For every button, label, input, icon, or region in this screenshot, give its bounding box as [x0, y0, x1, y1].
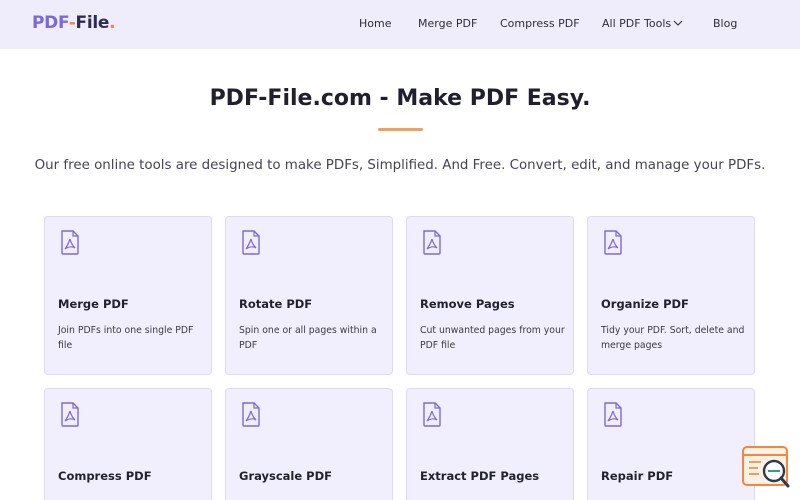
tool-card-remove-pages[interactable]: Remove Pages Cut unwanted pages from you… — [406, 216, 574, 375]
floating-search-widget-icon[interactable] — [741, 444, 791, 490]
tool-name: Grayscale PDF — [239, 469, 333, 483]
pdf-file-icon — [423, 230, 441, 255]
tool-name: Merge PDF — [58, 297, 129, 311]
pdf-file-icon — [242, 230, 260, 255]
logo-dot: . — [109, 13, 116, 33]
tool-name: Repair PDF — [601, 469, 674, 483]
tool-description: Join PDFs into one single PDF file — [58, 325, 194, 351]
tool-card-repair-pdf[interactable]: Repair PDF — [587, 388, 755, 500]
tool-name: Rotate PDF — [239, 297, 313, 311]
nav-compress-pdf[interactable]: Compress PDF — [500, 17, 580, 30]
tool-card-extract-pdf-pages[interactable]: Extract PDF Pages — [406, 388, 574, 500]
pdf-file-icon — [61, 402, 79, 427]
nav-merge-pdf[interactable]: Merge PDF — [418, 17, 477, 30]
logo-dash: - — [68, 13, 76, 33]
pdf-file-icon — [423, 402, 441, 427]
tool-card-compress-pdf[interactable]: Compress PDF — [44, 388, 212, 500]
tool-card-rotate-pdf[interactable]: Rotate PDF Spin one or all pages within … — [225, 216, 393, 375]
tool-name: Remove Pages — [420, 297, 515, 311]
chevron-down-icon[interactable] — [673, 19, 683, 27]
title-underline — [378, 128, 423, 131]
tool-description: Spin one or all pages within a PDF — [239, 325, 377, 351]
nav-all-pdf-tools[interactable]: All PDF Tools — [602, 17, 671, 30]
nav-home[interactable]: Home — [359, 17, 391, 30]
pdf-file-icon — [604, 402, 622, 427]
tool-card-grayscale-pdf[interactable]: Grayscale PDF — [225, 388, 393, 500]
pdf-file-icon — [604, 230, 622, 255]
tool-description: Cut unwanted pages from your PDF file — [420, 325, 565, 351]
tool-card-organize-pdf[interactable]: Organize PDF Tidy your PDF. Sort, delete… — [587, 216, 755, 375]
tool-description: Tidy your PDF. Sort, delete and merge pa… — [601, 325, 745, 351]
tool-name: Organize PDF — [601, 297, 689, 311]
logo-part2: File — [75, 13, 110, 33]
tool-name: Extract PDF Pages — [420, 469, 540, 483]
site-logo[interactable]: PDF-File. — [32, 13, 116, 33]
tool-name: Compress PDF — [58, 469, 152, 483]
nav-blog[interactable]: Blog — [713, 17, 737, 30]
tool-card-merge-pdf[interactable]: Merge PDF Join PDFs into one single PDF … — [44, 216, 212, 375]
pdf-file-icon — [242, 402, 260, 427]
pdf-file-icon — [61, 230, 79, 255]
top-navbar: PDF-File. Home Merge PDF Compress PDF Al… — [0, 0, 800, 49]
logo-part1: PDF — [32, 13, 69, 33]
page-subtitle: Our free online tools are designed to ma… — [34, 158, 766, 173]
page-title: PDF-File.com - Make PDF Easy. — [209, 86, 591, 111]
